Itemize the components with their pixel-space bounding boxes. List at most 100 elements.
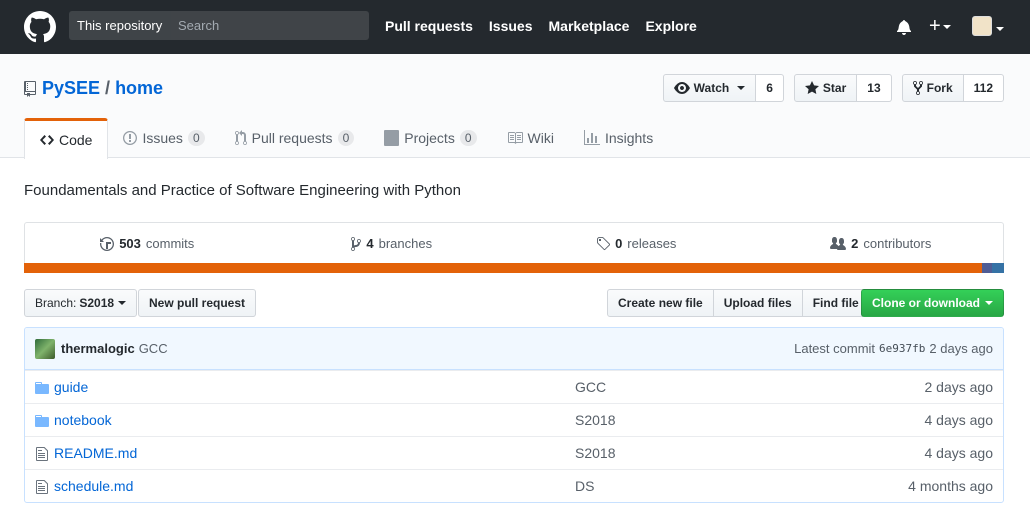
- eye-icon: [673, 82, 690, 94]
- organization-icon: [830, 236, 847, 250]
- commits-link[interactable]: 503 commits: [25, 223, 270, 264]
- file-age: 4 days ago: [924, 445, 994, 461]
- find-file-button[interactable]: Find file: [801, 289, 870, 317]
- commit-author-avatar[interactable]: [35, 338, 55, 359]
- chevron-down-icon: [737, 86, 746, 90]
- fork-count[interactable]: 112: [963, 74, 1004, 102]
- history-icon: [100, 236, 115, 251]
- tab-code[interactable]: Code: [24, 118, 109, 159]
- table-row: notebook S2018 4 days ago: [25, 403, 1003, 436]
- commit-meta: Latest commit 6e937fb 2 days ago: [794, 341, 993, 356]
- repo-description: Foundamentals and Practice of Software E…: [24, 182, 461, 199]
- commit-message[interactable]: GCC: [139, 341, 168, 356]
- commit-sha[interactable]: 6e937fb: [879, 342, 925, 355]
- tab-wiki[interactable]: Wiki: [492, 118, 569, 158]
- clone-download-button[interactable]: Clone or download: [861, 289, 1004, 317]
- latest-commit-bar: thermalogic GCC Latest commit 6e937fb 2 …: [25, 328, 1003, 370]
- releases-link[interactable]: 0 releases: [514, 223, 759, 264]
- repo-name-link[interactable]: home: [115, 78, 163, 99]
- watch-group: Watch 6: [662, 74, 784, 102]
- repo-book-icon: [24, 80, 36, 97]
- branch-select-button[interactable]: Branch: S2018: [24, 289, 138, 317]
- repo-nav: Code Issues 0 Pull requests 0 Projects 0: [24, 118, 668, 159]
- latest-commit-label: Latest commit: [794, 341, 876, 356]
- file-name-link[interactable]: README.md: [54, 445, 137, 461]
- notifications-bell-icon[interactable]: [896, 19, 912, 35]
- folder-icon: [35, 382, 49, 394]
- tab-projects[interactable]: Projects 0: [369, 118, 491, 158]
- table-row: guide GCC 2 days ago: [25, 370, 1003, 403]
- search-input[interactable]: [171, 11, 369, 40]
- watch-count[interactable]: 6: [756, 74, 784, 102]
- star-button[interactable]: Star: [793, 74, 858, 102]
- repo-header: PySEE / home Watch 6 Star 13 Fork 112 Co…: [0, 54, 1030, 159]
- table-row: README.md S2018 4 days ago: [25, 436, 1003, 469]
- tab-label: Issues: [142, 130, 183, 146]
- commits-label: commits: [145, 236, 195, 251]
- upload-files-button[interactable]: Upload files: [712, 289, 803, 317]
- user-avatar[interactable]: [972, 16, 992, 36]
- repo-owner-link[interactable]: PySEE: [42, 78, 100, 99]
- file-name-link[interactable]: guide: [54, 379, 88, 395]
- avatar-chevron-down-icon[interactable]: [996, 27, 1004, 31]
- file-commit-message[interactable]: GCC: [575, 379, 606, 395]
- clone-label: Clone or download: [872, 296, 980, 310]
- contributors-label: contributors: [863, 236, 932, 251]
- branches-count: 4: [366, 236, 374, 251]
- contributors-link[interactable]: 2 contributors: [759, 223, 1004, 264]
- file-actions-group: Create new file Upload files Find file: [607, 289, 870, 317]
- file-name-link[interactable]: notebook: [54, 412, 112, 428]
- watch-button[interactable]: Watch: [662, 74, 757, 102]
- tab-insights[interactable]: Insights: [569, 118, 668, 158]
- nav-pull-requests[interactable]: Pull requests: [385, 18, 473, 34]
- contributors-count: 2: [851, 236, 859, 251]
- tab-pull-requests[interactable]: Pull requests 0: [220, 118, 370, 158]
- commits-count: 503: [119, 236, 141, 251]
- file-list: thermalogic GCC Latest commit 6e937fb 2 …: [24, 327, 1004, 503]
- file-commit-message[interactable]: S2018: [575, 445, 615, 461]
- fork-icon: [912, 80, 923, 96]
- star-group: Star 13: [793, 74, 892, 102]
- file-name-link[interactable]: schedule.md: [54, 478, 133, 494]
- repo-title: PySEE / home: [24, 78, 163, 99]
- code-icon: [40, 135, 54, 145]
- tab-issues[interactable]: Issues 0: [108, 118, 219, 158]
- branches-link[interactable]: 4 branches: [270, 223, 515, 264]
- new-pull-request-button[interactable]: New pull request: [138, 289, 257, 317]
- file-commit-message[interactable]: S2018: [575, 412, 615, 428]
- nav-marketplace[interactable]: Marketplace: [549, 18, 630, 34]
- tab-label: Wiki: [527, 130, 554, 146]
- git-pull-request-icon: [234, 130, 247, 145]
- nav-issues[interactable]: Issues: [489, 18, 533, 34]
- file-age: 2 days ago: [924, 379, 994, 395]
- file-navigation: Branch: S2018 New pull request Create ne…: [24, 289, 1004, 317]
- releases-label: releases: [627, 236, 677, 251]
- star-count[interactable]: 13: [857, 74, 892, 102]
- git-branch-icon: [351, 236, 362, 251]
- chevron-down-icon: [985, 301, 993, 305]
- file-age: 4 days ago: [924, 412, 994, 428]
- star-label: Star: [822, 81, 847, 95]
- commit-age: 2 days ago: [929, 341, 993, 356]
- nav-explore[interactable]: Explore: [645, 18, 696, 34]
- watch-label: Watch: [693, 81, 730, 95]
- file-commit-message[interactable]: DS: [575, 478, 594, 494]
- branches-label: branches: [378, 236, 433, 251]
- fork-button[interactable]: Fork: [901, 74, 964, 102]
- path-separator: /: [105, 78, 111, 98]
- header-search: This repository: [69, 11, 369, 40]
- create-new-dropdown[interactable]: +: [929, 16, 951, 36]
- language-bar[interactable]: [24, 263, 1004, 273]
- header-nav: Pull requests Issues Marketplace Explore: [385, 18, 697, 34]
- releases-count: 0: [615, 236, 623, 251]
- tab-label: Projects: [404, 130, 455, 146]
- fork-group: Fork 112: [901, 74, 1004, 102]
- language-segment-primary: [24, 263, 983, 273]
- repo-actions: Watch 6 Star 13 Fork 112: [662, 74, 1004, 102]
- commit-author[interactable]: thermalogic: [61, 341, 135, 356]
- github-logo-icon[interactable]: [24, 11, 56, 43]
- search-scope-label[interactable]: This repository: [69, 11, 171, 40]
- file-age: 4 months ago: [908, 478, 993, 494]
- global-header: This repository Pull requests Issues Mar…: [0, 0, 1030, 54]
- create-new-file-button[interactable]: Create new file: [607, 289, 714, 317]
